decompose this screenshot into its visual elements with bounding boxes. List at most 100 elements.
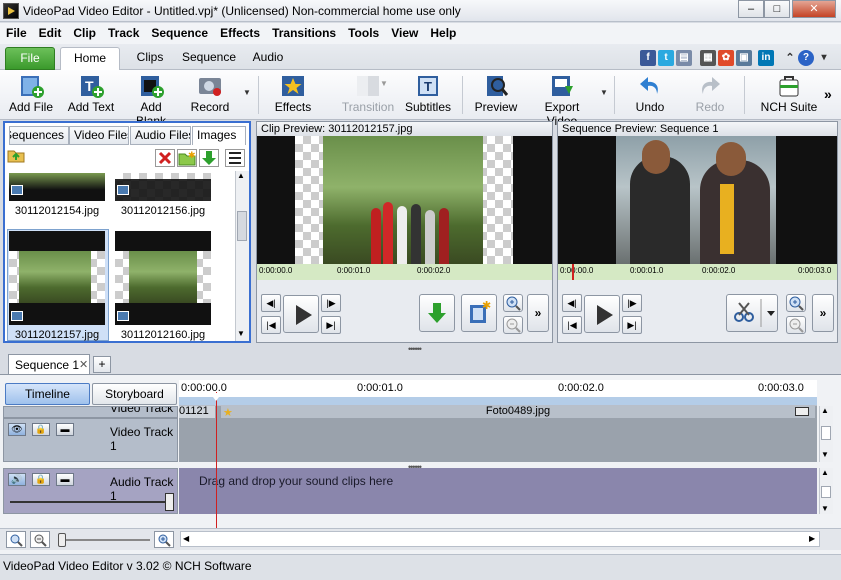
close-button[interactable]: ✕ bbox=[792, 0, 836, 18]
list-view-icon[interactable] bbox=[225, 149, 245, 167]
undo-button[interactable]: Undo bbox=[626, 74, 674, 118]
export-dropdown-arrow[interactable]: ▼ bbox=[600, 88, 608, 97]
tab-sequences[interactable]: Sequences bbox=[9, 126, 69, 145]
help-icon[interactable]: ? bbox=[798, 50, 814, 66]
zoom-in-icon[interactable] bbox=[503, 294, 523, 312]
zoom-out-icon[interactable] bbox=[786, 316, 806, 334]
volume-slider-track[interactable] bbox=[10, 501, 170, 503]
stumbleupon-icon[interactable]: ✿ bbox=[718, 50, 734, 66]
video-tracks-scrollbar[interactable]: ▲ ▼ bbox=[819, 406, 833, 462]
zoom-slider-track[interactable] bbox=[62, 539, 150, 541]
lock-icon[interactable]: 🔒 bbox=[32, 473, 50, 486]
go-start-button[interactable]: |◀ bbox=[562, 316, 582, 334]
menu-help[interactable]: Help bbox=[424, 23, 462, 43]
audio-track-1-lane[interactable]: Drag and drop your sound clips here bbox=[179, 468, 817, 514]
share-icon[interactable]: ▤ bbox=[676, 50, 692, 66]
scrollbar-thumb[interactable] bbox=[237, 211, 247, 241]
menu-view[interactable]: View bbox=[385, 23, 424, 43]
clip-more-button[interactable]: » bbox=[527, 294, 549, 332]
tab-video-files[interactable]: Video Files bbox=[69, 126, 129, 145]
redo-button[interactable]: Redo bbox=[686, 74, 734, 118]
add-text-button[interactable]: T Add Text bbox=[64, 74, 118, 118]
add-file-button[interactable]: Add File bbox=[6, 74, 56, 118]
tab-clips[interactable]: Clips bbox=[128, 47, 172, 70]
sequence-play-button[interactable] bbox=[584, 295, 620, 333]
nch-suite-button[interactable]: NCH Suite bbox=[758, 74, 820, 118]
clip-play-button[interactable] bbox=[283, 295, 319, 333]
next-frame-button[interactable]: |▶ bbox=[622, 294, 642, 312]
thumbnail-image[interactable] bbox=[9, 173, 105, 201]
tab-sequence[interactable]: Sequence bbox=[178, 47, 240, 70]
next-frame-button[interactable]: |▶ bbox=[321, 294, 341, 312]
clip-menu-icon[interactable] bbox=[795, 407, 809, 416]
audio-tracks-scrollbar[interactable]: ▲ ▼ bbox=[819, 468, 833, 514]
speaker-icon[interactable]: 🔊 bbox=[8, 473, 26, 486]
timeline-range-bar[interactable] bbox=[179, 397, 817, 405]
clip-timeline-ruler[interactable]: 0:00:00.0 0:00:01.0 0:00:02.0 bbox=[257, 264, 552, 280]
go-end-button[interactable]: ▶| bbox=[321, 316, 341, 334]
timeline-ruler[interactable]: 0:00:00.0 0:00:01.0 0:00:02.0 0:00:03.0 bbox=[179, 380, 817, 406]
zoom-slider-handle[interactable] bbox=[58, 533, 66, 547]
tab-audio-files[interactable]: Audio Files bbox=[130, 126, 191, 145]
menu-tools[interactable]: Tools bbox=[342, 23, 385, 43]
menu-effects[interactable]: Effects bbox=[214, 23, 266, 43]
prev-frame-button[interactable]: ◀| bbox=[562, 294, 582, 312]
add-sequence-tab-button[interactable]: + bbox=[93, 356, 111, 373]
track-options-icon[interactable]: ▬ bbox=[56, 473, 74, 486]
tab-images[interactable]: Images bbox=[192, 126, 246, 145]
menu-sequence[interactable]: Sequence bbox=[145, 23, 214, 43]
scroll-up-arrow[interactable]: ▲ bbox=[237, 171, 245, 180]
new-folder-icon[interactable]: ✱ bbox=[177, 149, 197, 167]
menu-clip[interactable]: Clip bbox=[67, 23, 102, 43]
sequence-tab[interactable]: Sequence 1 ✕ bbox=[8, 354, 90, 374]
storyboard-view-button[interactable]: Storyboard bbox=[92, 383, 177, 405]
go-start-button[interactable]: |◀ bbox=[261, 316, 281, 334]
tab-file[interactable]: File bbox=[5, 47, 55, 70]
grid-icon[interactable]: ▦ bbox=[700, 50, 716, 66]
zoom-out-icon[interactable] bbox=[30, 531, 50, 548]
transition-dropdown-arrow[interactable]: ▼ bbox=[380, 79, 388, 88]
minimize-button[interactable]: – bbox=[738, 0, 764, 18]
scroll-down-arrow[interactable]: ▼ bbox=[237, 329, 245, 338]
effects-button[interactable]: Effects bbox=[268, 74, 318, 118]
timeline-hscrollbar[interactable]: ◀ ▶ bbox=[180, 531, 820, 547]
zoom-fit-icon[interactable] bbox=[6, 531, 26, 548]
add-blank-button[interactable]: Add Blank bbox=[124, 74, 178, 128]
facebook-icon[interactable]: f bbox=[640, 50, 656, 66]
menu-edit[interactable]: Edit bbox=[33, 23, 68, 43]
menu-file[interactable]: File bbox=[0, 23, 33, 43]
export-video-button[interactable]: Export Video bbox=[528, 74, 596, 128]
linkedin-icon[interactable]: in bbox=[758, 50, 774, 66]
go-end-button[interactable]: ▶| bbox=[622, 316, 642, 334]
digg-icon[interactable]: ▣ bbox=[736, 50, 752, 66]
twitter-icon[interactable]: t bbox=[658, 50, 674, 66]
menu-track[interactable]: Track bbox=[102, 23, 145, 43]
toolbar-overflow-button[interactable]: » bbox=[824, 86, 832, 102]
zoom-in-icon[interactable] bbox=[154, 531, 174, 548]
playhead-handle[interactable] bbox=[210, 393, 222, 401]
previous-clip[interactable]: 01121 bbox=[179, 406, 215, 418]
sequence-playhead[interactable] bbox=[572, 264, 574, 280]
lock-icon[interactable]: 🔒 bbox=[32, 423, 50, 436]
track-options-icon[interactable]: ▬ bbox=[56, 423, 74, 436]
timeline-playhead[interactable] bbox=[216, 392, 217, 528]
video-track-1-lane[interactable] bbox=[179, 418, 817, 462]
record-dropdown-arrow[interactable]: ▼ bbox=[243, 88, 251, 97]
subtitles-button[interactable]: T Subtitles bbox=[403, 74, 453, 118]
close-tab-icon[interactable]: ✕ bbox=[79, 358, 88, 371]
video-clip[interactable]: Foto0489.jpg bbox=[221, 406, 815, 418]
add-to-sequence-button[interactable] bbox=[419, 294, 455, 332]
insert-frame-button[interactable]: ✱ bbox=[461, 294, 497, 332]
tab-home[interactable]: Home bbox=[60, 47, 120, 70]
sequence-timeline-ruler[interactable]: 0:00:00.0 0:00:01.0 0:00:02.0 0:00:03.0 bbox=[558, 264, 837, 280]
download-arrow-icon[interactable] bbox=[199, 149, 219, 167]
scrollbar-thumb[interactable] bbox=[821, 426, 831, 440]
prev-frame-button[interactable]: ◀| bbox=[261, 294, 281, 312]
eye-icon[interactable]: 👁 bbox=[8, 423, 26, 436]
thumbnail-image[interactable] bbox=[115, 251, 211, 303]
zoom-out-icon[interactable] bbox=[503, 316, 523, 334]
menu-transitions[interactable]: Transitions bbox=[266, 23, 342, 43]
scrollbar-thumb[interactable] bbox=[821, 486, 831, 498]
zoom-in-icon[interactable] bbox=[786, 294, 806, 312]
preview-button[interactable]: Preview bbox=[472, 74, 520, 118]
